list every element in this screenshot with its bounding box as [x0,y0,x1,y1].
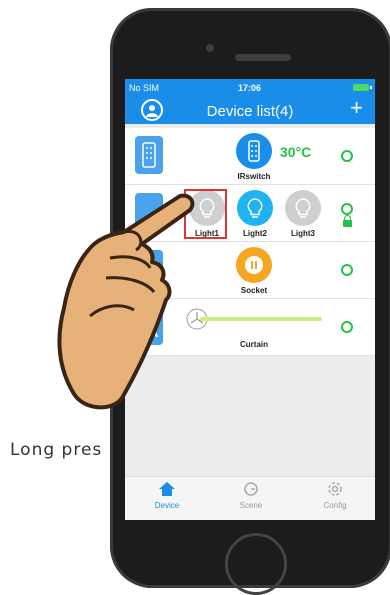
remote-icon [135,136,163,174]
device-name: Socket [240,286,268,295]
online-status-icon [341,150,353,162]
camera [206,44,214,52]
device-socket[interactable]: Socket [229,247,279,295]
device-name: IRswitch [237,172,271,181]
socket-icon [236,247,272,283]
status-bar: No SIM 17:06 [125,79,375,96]
tab-device[interactable]: Device [137,481,197,510]
remote-icon [236,133,272,169]
plus-icon[interactable]: + [350,97,363,119]
tab-bar: Device Scene Config [125,476,375,520]
bulb-icon [285,190,321,226]
tab-label: Device [154,501,180,510]
home-button[interactable] [225,533,287,595]
battery-icon [353,84,372,91]
nav-bar: Device list(4) + [125,96,375,124]
bulb-icon [237,190,273,226]
tab-label: Config [323,501,347,510]
device-light3[interactable]: Light3 [278,190,328,238]
device-irswitch[interactable]: IRswitch [229,133,279,181]
device-name: Curtain [240,340,268,349]
tab-scene[interactable]: Scene [221,481,281,510]
tab-label: Scene [239,501,263,510]
clock: 17:06 [238,83,262,93]
carrier-label: No SIM [129,83,160,93]
device-row-ir[interactable]: IRswitch 30°C [125,128,375,185]
online-status-icon [341,203,353,215]
tab-config[interactable]: Config [305,481,365,510]
device-name: Light2 [243,229,267,238]
caption-text: Long pres [10,440,103,460]
speaker [235,54,291,61]
curtain-slider[interactable] [200,317,322,321]
pointing-hand-icon [57,193,195,410]
home-icon [159,482,175,496]
scene-icon [244,482,258,496]
temperature-label: 30°C [280,144,312,160]
online-status-icon [341,321,353,333]
online-status-icon [341,264,353,276]
device-curtain: Curtain [229,337,279,349]
device-light2[interactable]: Light2 [230,190,280,238]
page-title: Device list(4) [206,103,294,120]
device-name: Light3 [291,229,315,238]
gear-icon [328,482,342,496]
lock-icon[interactable] [343,215,352,227]
